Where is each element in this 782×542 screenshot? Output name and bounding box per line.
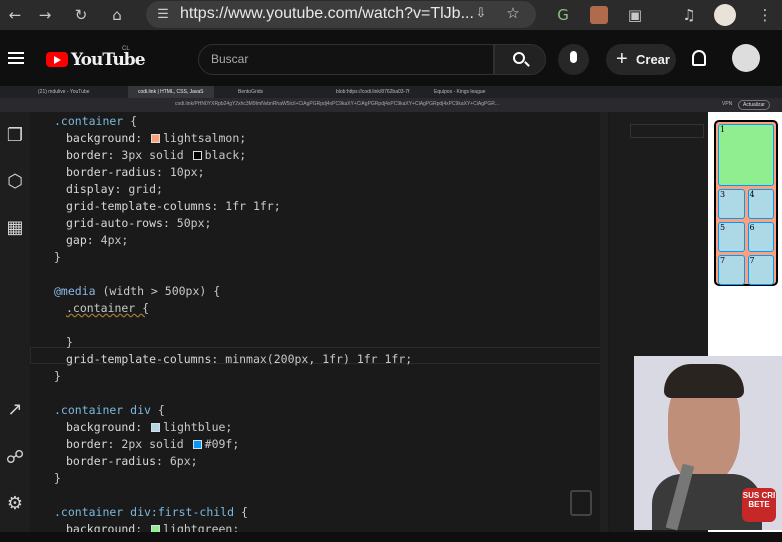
forward-icon[interactable]: → xyxy=(36,6,54,24)
presenter-hair xyxy=(664,364,744,398)
inner-tab[interactable]: BentoGrids xyxy=(228,86,320,98)
menu-kebab-icon[interactable]: ⋮ xyxy=(756,6,774,24)
code-line: .container div { xyxy=(54,403,165,417)
code-line: } xyxy=(54,471,61,485)
back-icon[interactable]: ← xyxy=(6,6,24,24)
channel-avatar[interactable] xyxy=(732,44,760,72)
address-url: https://www.youtube.com/watch?v=TlJb... xyxy=(180,5,474,22)
color-swatch[interactable] xyxy=(192,151,202,160)
voice-search-button[interactable] xyxy=(558,44,589,75)
install-icon[interactable]: ⇩ xyxy=(472,5,490,23)
inner-tab-active[interactable]: codi.link | HTML, CSS, JavaS xyxy=(128,86,214,98)
code-line: border: 2px solid #09f; xyxy=(66,437,240,451)
profile-avatar[interactable] xyxy=(714,4,736,26)
settings-gear-icon[interactable]: ⚙ xyxy=(3,492,27,516)
media-control-icon[interactable]: ♫ xyxy=(680,6,698,24)
site-settings-icon[interactable]: ☰ xyxy=(154,5,172,23)
css-code-editor[interactable]: .container { background: lightsalmon; bo… xyxy=(30,112,610,536)
youtube-header: YouTube CL Buscar + Crear xyxy=(0,30,782,86)
extension-avatar-icon[interactable] xyxy=(590,6,608,24)
color-swatch[interactable] xyxy=(151,134,161,143)
hamburger-menu-icon[interactable] xyxy=(8,52,24,54)
color-swatch[interactable] xyxy=(151,423,161,432)
code-line: display: grid; xyxy=(66,182,163,196)
package-icon[interactable]: ⬡ xyxy=(3,170,27,194)
microphone-icon xyxy=(570,51,577,63)
code-line: .container { xyxy=(66,301,150,315)
editor-scrollbar[interactable] xyxy=(600,112,608,532)
grid-cell: 5 xyxy=(718,222,745,252)
code-line: border-radius: 6px; xyxy=(66,454,198,468)
vpn-label[interactable]: VPN xyxy=(722,101,732,107)
code-line: grid-template-columns: 1fr 1fr; xyxy=(66,199,281,213)
inner-url[interactable]: codi.link/PHN0YXRpb24gY2xhc3M9ImNvbnRhaW… xyxy=(175,101,565,107)
grid-cell: 6 xyxy=(747,222,774,252)
youtube-logo-text[interactable]: YouTube xyxy=(71,50,146,70)
code-line: gap: 4px; xyxy=(66,233,129,247)
address-bar[interactable]: ☰ https://www.youtube.com/watch?v=TlJb..… xyxy=(146,1,536,28)
inner-tab[interactable]: blob:https://codi.link/8762ba03-7f xyxy=(326,86,418,98)
code-line: } xyxy=(66,335,73,349)
inner-tab[interactable]: (21) mdulive - YouTube xyxy=(28,86,124,98)
css3-logo-icon xyxy=(570,490,592,516)
logo-country-code: CL xyxy=(122,46,130,52)
youtube-logo-icon[interactable] xyxy=(46,52,68,67)
preview-grid-container: 1 3 4 5 6 7 7 xyxy=(714,120,778,286)
code-line: background: lightblue; xyxy=(66,420,233,434)
zip-icon[interactable]: ▦ xyxy=(3,216,27,240)
code-line: background: lightsalmon; xyxy=(66,131,247,145)
extension-g-icon[interactable]: G xyxy=(554,6,572,24)
create-button[interactable]: + Crear xyxy=(606,44,676,75)
copy-files-icon[interactable]: ❐ xyxy=(3,124,27,148)
code-line: .container div:first-child { xyxy=(54,505,248,519)
page-bottom xyxy=(0,532,782,542)
create-label: Crear xyxy=(636,52,670,67)
code-line: grid-auto-rows: 50px; xyxy=(66,216,212,230)
editor-sidebar: ❐ ⬡ ▦ ↗ ☍ ⚙ xyxy=(0,112,30,532)
code-line: } xyxy=(54,369,61,383)
extensions-puzzle-icon[interactable]: ▣ xyxy=(626,6,644,24)
inner-tab[interactable]: Equipos - Kings league xyxy=(424,86,524,98)
code-line: grid-template-columns: minmax(200px, 1fr… xyxy=(66,352,413,366)
update-button[interactable]: Actualizar xyxy=(738,100,770,110)
minimap-slider[interactable] xyxy=(630,124,704,138)
code-line: @media (width > 500px) { xyxy=(54,284,221,298)
code-line: border-radius: 10px; xyxy=(66,165,205,179)
search-placeholder: Buscar xyxy=(211,52,249,66)
grid-cell: 4 xyxy=(747,189,774,219)
reload-icon[interactable]: ↻ xyxy=(72,6,90,24)
code-line: } xyxy=(54,250,61,264)
plus-icon: + xyxy=(616,48,628,70)
subscribe-badge: SUS CRI BETE xyxy=(742,488,776,522)
external-link-icon[interactable]: ↗ xyxy=(3,398,27,422)
search-button[interactable] xyxy=(494,44,546,75)
code-line: .container { xyxy=(54,114,138,128)
grid-cell: 3 xyxy=(718,189,745,219)
search-input[interactable]: Buscar xyxy=(198,44,494,75)
color-swatch[interactable] xyxy=(192,440,202,449)
bookmark-star-icon[interactable]: ☆ xyxy=(504,4,522,22)
share-icon[interactable]: ☍ xyxy=(3,446,27,470)
home-icon[interactable]: ⌂ xyxy=(108,6,126,24)
grid-cell: 1 xyxy=(718,124,774,186)
code-line: border: 3px solid black; xyxy=(66,148,247,162)
notifications-bell-icon[interactable] xyxy=(692,50,706,66)
grid-cell: 7 xyxy=(718,255,745,285)
grid-cell: 7 xyxy=(747,255,774,285)
